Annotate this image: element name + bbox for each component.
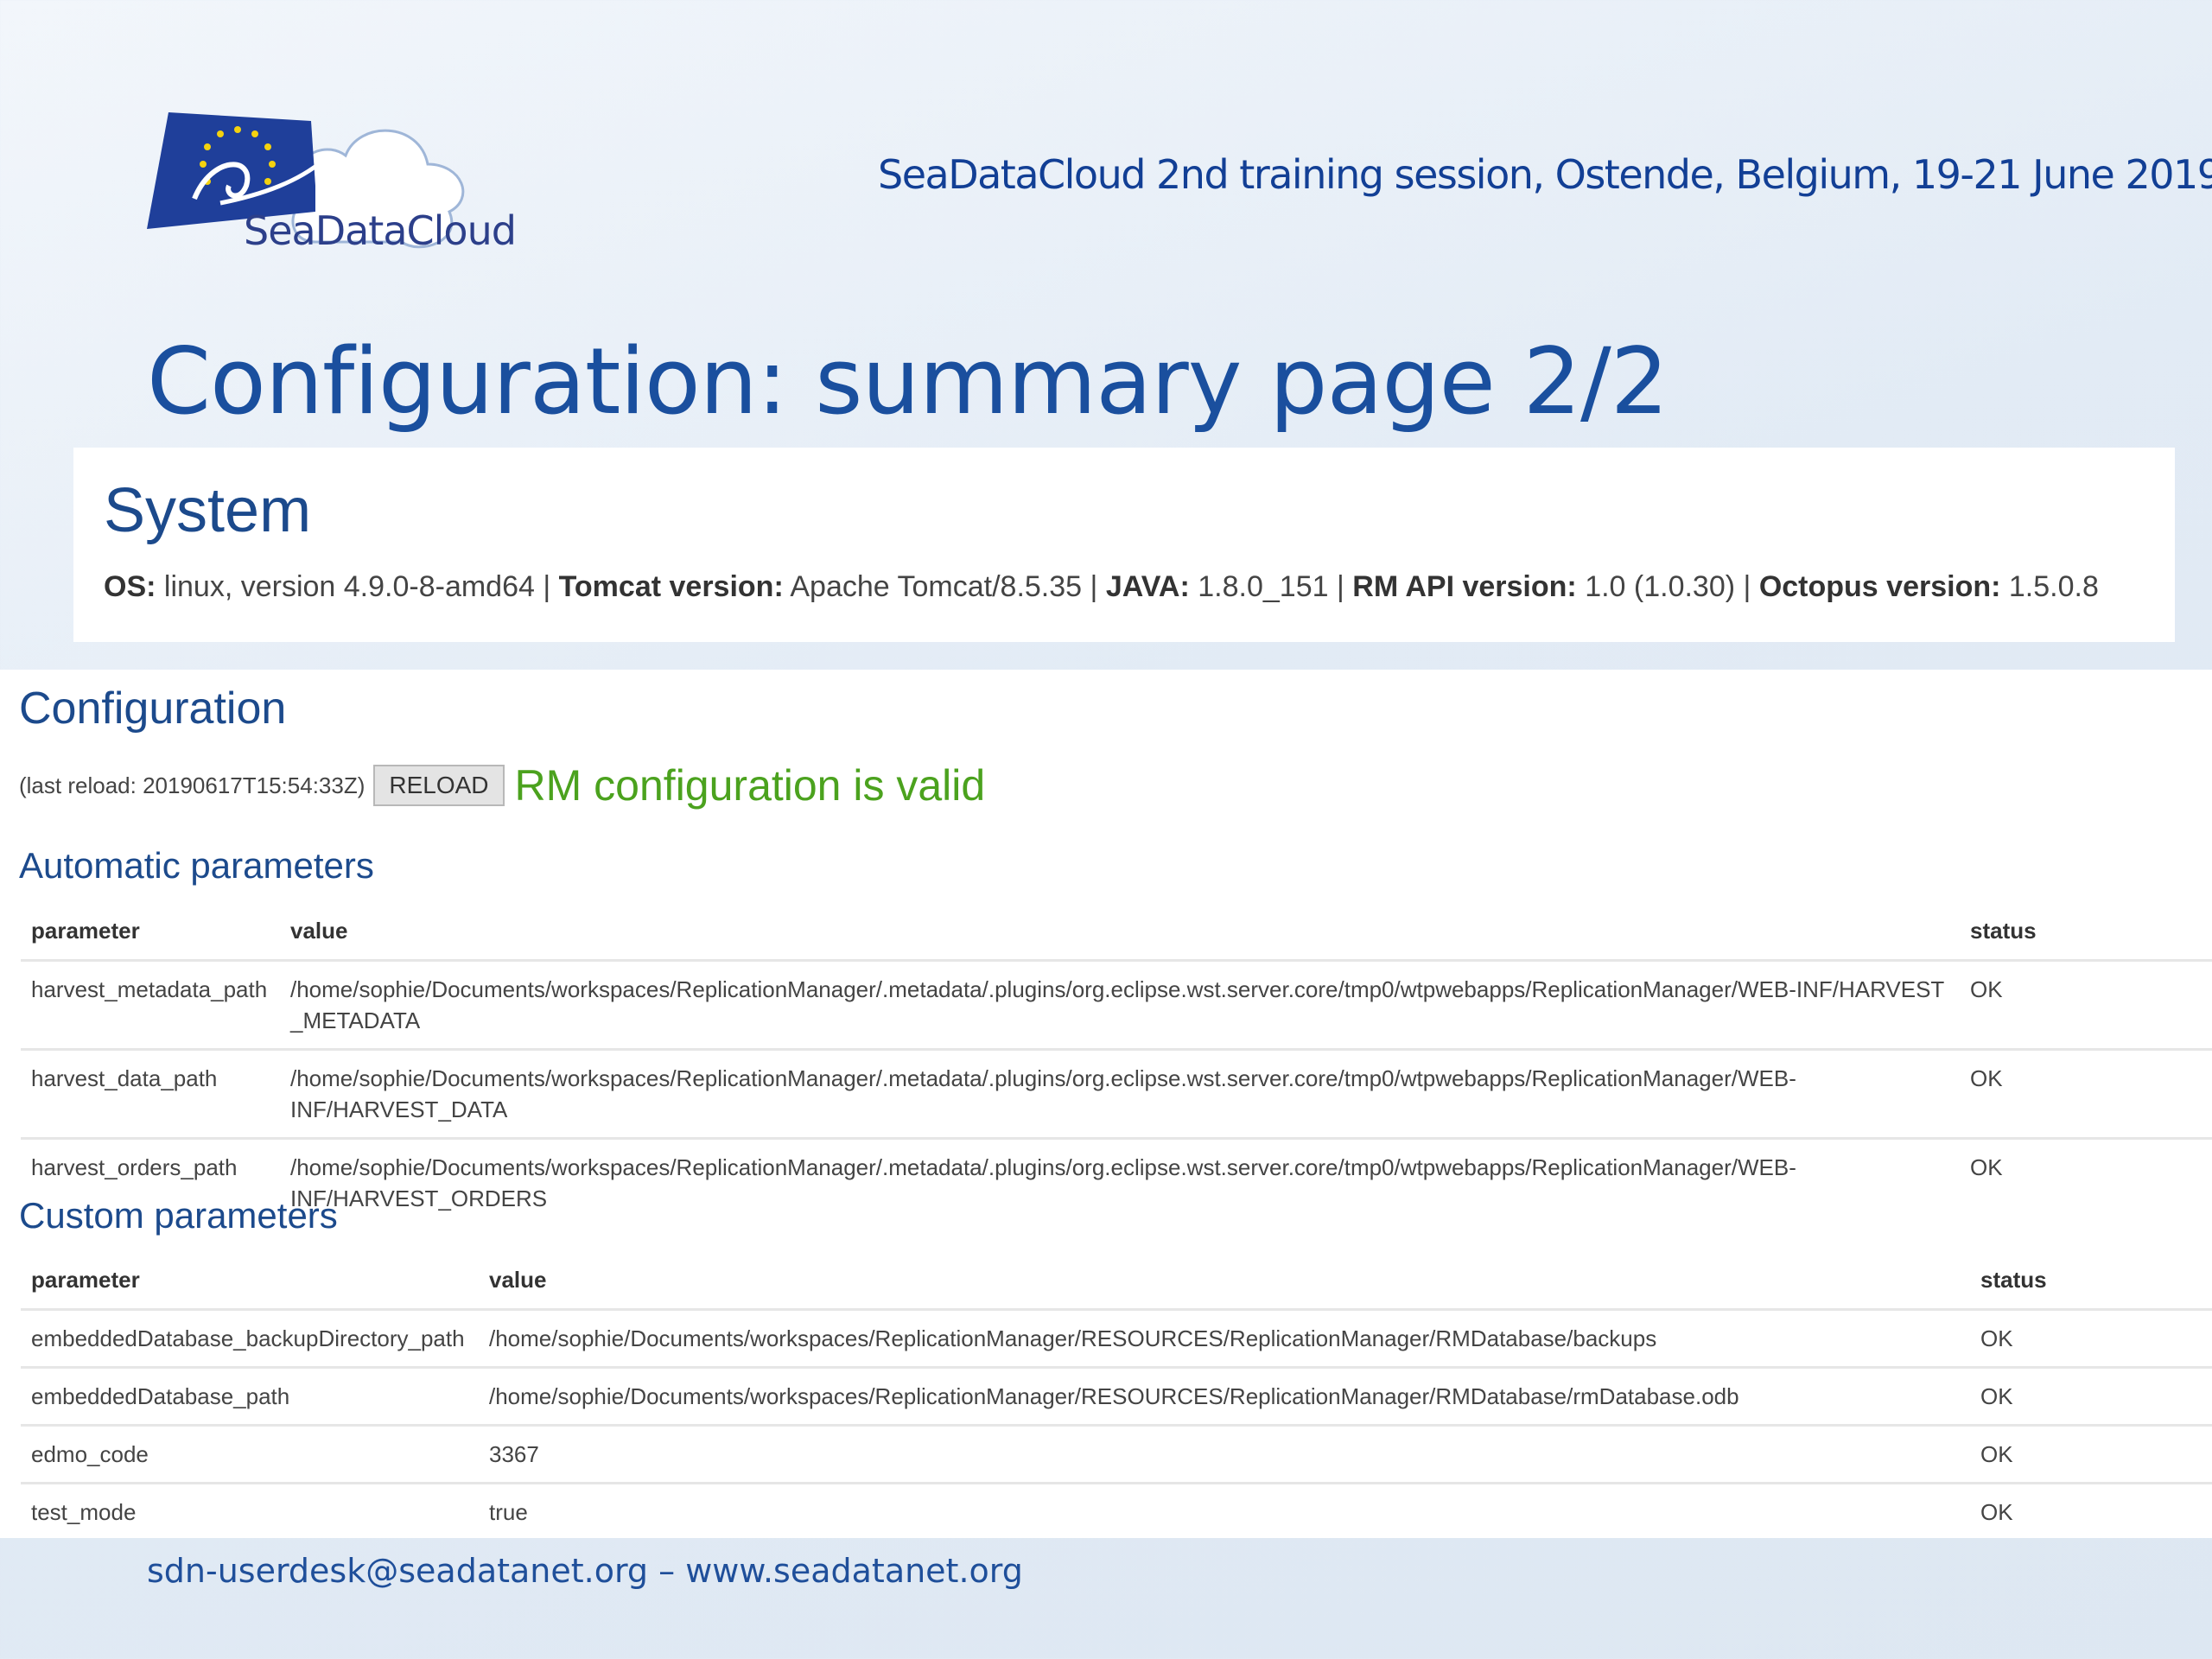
column-header-value: value [489, 1266, 547, 1293]
table-row: embeddedDatabase_backupDirectory_path /h… [21, 1308, 2212, 1368]
rm-api-value: 1.0 (1.0.30) [1585, 570, 1736, 603]
reload-button[interactable]: RELOAD [373, 765, 505, 806]
parameter-cell: embeddedDatabase_backupDirectory_path [21, 1308, 479, 1368]
value-cell: /home/sophie/Documents/workspaces/Replic… [280, 1137, 1960, 1226]
tomcat-value: Apache Tomcat/8.5.35 [790, 570, 1083, 603]
table-header-row: parameter value status [21, 902, 2212, 961]
separator: | [1090, 570, 1098, 603]
parameter-cell: test_mode [21, 1482, 479, 1540]
tomcat-label: Tomcat version: [558, 570, 784, 603]
table-row: harvest_metadata_path /home/sophie/Docum… [21, 959, 2212, 1050]
separator: | [1743, 570, 1751, 603]
column-header-value: value [290, 917, 348, 944]
os-value: linux, version 4.9.0-8-amd64 [163, 570, 535, 603]
configuration-heading: Configuration [19, 683, 287, 734]
reload-row: (last reload: 20190617T15:54:33Z) RELOAD… [19, 760, 985, 810]
status-cell: OK [1960, 1137, 2212, 1226]
octopus-value: 1.5.0.8 [2008, 570, 2099, 603]
logo-text: SeaDataCloud [244, 207, 517, 254]
value-cell: true [479, 1482, 1970, 1540]
custom-parameters-table: parameter value status embeddedDatabase_… [21, 1251, 2212, 1540]
table-row: edmo_code 3367 OK [21, 1424, 2212, 1484]
value-cell: /home/sophie/Documents/workspaces/Replic… [479, 1308, 1970, 1368]
table-row: harvest_orders_path /home/sophie/Documen… [21, 1137, 2212, 1226]
custom-parameters-heading: Custom parameters [19, 1195, 338, 1236]
parameter-cell: harvest_metadata_path [21, 959, 280, 1050]
separator: | [1336, 570, 1344, 603]
parameter-cell: embeddedDatabase_path [21, 1366, 479, 1426]
status-cell: OK [1970, 1482, 2212, 1540]
parameter-cell: harvest_data_path [21, 1048, 280, 1139]
session-title: SeaDataCloud 2nd training session, Osten… [878, 151, 2212, 198]
separator: | [543, 570, 551, 603]
octopus-label: Octopus version: [1758, 570, 2001, 603]
system-heading: System [104, 476, 312, 545]
automatic-parameters-table: parameter value status harvest_metadata_… [21, 902, 2212, 1226]
table-row: embeddedDatabase_path /home/sophie/Docum… [21, 1366, 2212, 1426]
rm-api-label: RM API version: [1352, 570, 1577, 603]
java-value: 1.8.0_151 [1198, 570, 1329, 603]
value-cell: /home/sophie/Documents/workspaces/Replic… [280, 1048, 1960, 1139]
status-cell: OK [1960, 1048, 2212, 1139]
status-cell: OK [1970, 1366, 2212, 1426]
slide-title: Configuration: summary page 2/2 [147, 328, 1669, 435]
status-cell: OK [1960, 959, 2212, 1050]
os-label: OS: [104, 570, 156, 603]
column-header-status: status [1970, 917, 2037, 944]
status-cell: OK [1970, 1308, 2212, 1368]
status-cell: OK [1970, 1424, 2212, 1484]
automatic-parameters-heading: Automatic parameters [19, 845, 374, 886]
valid-status-message: RM configuration is valid [514, 761, 986, 810]
last-reload-text: (last reload: 20190617T15:54:33Z) [19, 772, 365, 798]
system-info-line: OS: linux, version 4.9.0-8-amd64 | Tomca… [104, 570, 2099, 604]
table-header-row: parameter value status [21, 1251, 2212, 1310]
java-label: JAVA: [1105, 570, 1190, 603]
system-panel [73, 448, 2175, 642]
value-cell: /home/sophie/Documents/workspaces/Replic… [479, 1366, 1970, 1426]
parameter-cell: edmo_code [21, 1424, 479, 1484]
value-cell: /home/sophie/Documents/workspaces/Replic… [280, 959, 1960, 1050]
footer-contact: sdn-userdesk@seadatanet.org – www.seadat… [147, 1552, 1023, 1590]
value-cell: 3367 [479, 1424, 1970, 1484]
column-header-status: status [1980, 1266, 2047, 1293]
column-header-parameter: parameter [31, 917, 140, 944]
column-header-parameter: parameter [31, 1266, 140, 1293]
table-row: test_mode true OK [21, 1482, 2212, 1540]
table-row: harvest_data_path /home/sophie/Documents… [21, 1048, 2212, 1139]
